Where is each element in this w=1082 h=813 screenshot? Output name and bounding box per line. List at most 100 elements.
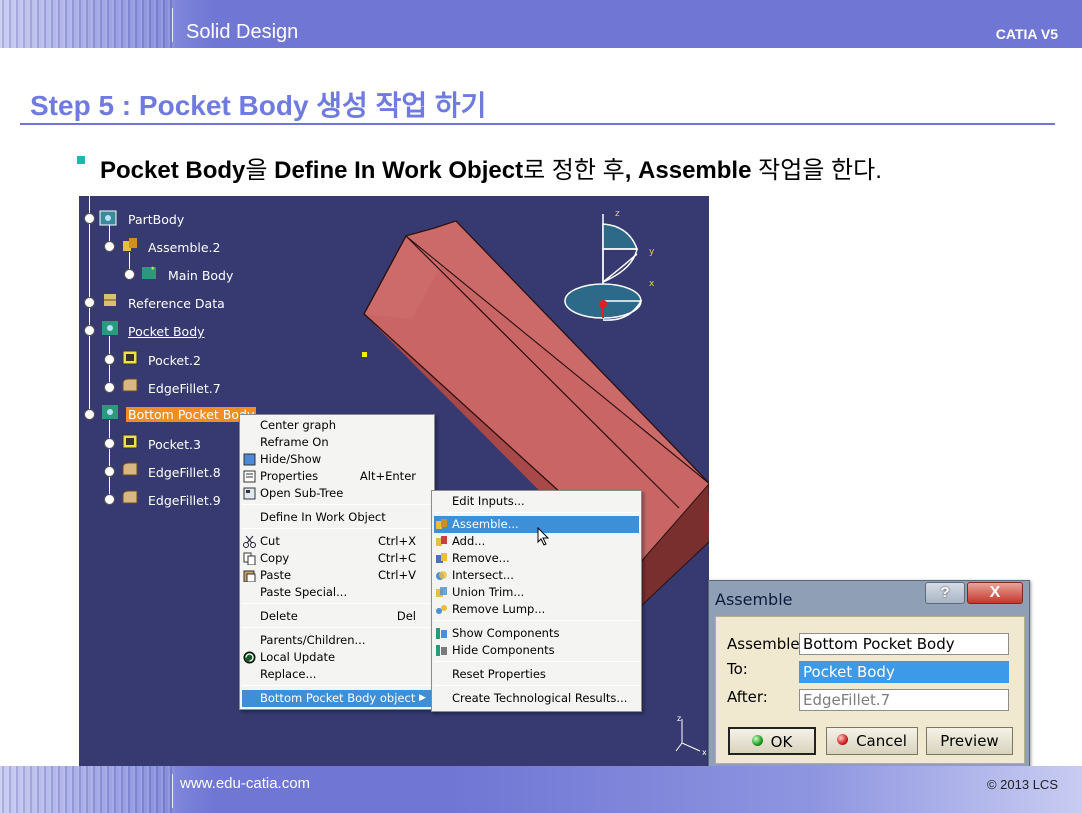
menu-label: Intersect...	[452, 568, 514, 582]
pocket-icon	[122, 434, 138, 449]
tree-expander[interactable]	[84, 325, 95, 336]
menu-open-sub-tree[interactable]: Open Sub-Tree	[242, 485, 432, 502]
subtree-icon	[243, 487, 256, 500]
assemble-field[interactable]: Bottom Pocket Body	[799, 633, 1009, 655]
paste-icon	[243, 570, 256, 582]
slide-title: Step 5 : Pocket Body 생성 작업 하기	[30, 90, 487, 121]
tree-item-edgefillet9[interactable]: EdgeFillet.9	[148, 493, 221, 508]
fillet-icon	[122, 490, 138, 504]
menu-paste[interactable]: Paste Ctrl+V	[242, 567, 432, 584]
dialog-title: Assemble	[715, 590, 793, 609]
submenu-edit-inputs[interactable]: Edit Inputs...	[434, 493, 639, 510]
assemble-label: Assemble	[727, 635, 800, 653]
menu-separator	[434, 512, 639, 513]
menu-reframe-on[interactable]: Reframe On	[242, 434, 432, 451]
mouse-cursor-icon	[537, 527, 550, 546]
footer-fade	[175, 766, 1082, 813]
body-icon	[102, 321, 118, 335]
scissors-icon	[243, 535, 256, 548]
footer-band: www.edu-catia.com © 2013 LCS	[0, 766, 1082, 813]
ok-button[interactable]: OK	[728, 727, 816, 755]
after-field[interactable]: EdgeFillet.7	[799, 689, 1009, 711]
menu-label: Center graph	[260, 418, 337, 432]
menu-paste-special[interactable]: Paste Special...	[242, 584, 432, 601]
header-title: Solid Design	[186, 21, 299, 43]
cancel-label: Cancel	[856, 732, 907, 750]
menu-parents-children[interactable]: Parents/Children...	[242, 632, 432, 649]
preview-button[interactable]: Preview	[926, 727, 1013, 755]
menu-label: Remove...	[452, 551, 510, 565]
menu-label: Hide/Show	[260, 452, 322, 466]
tree-expander[interactable]	[104, 354, 115, 365]
menu-properties[interactable]: Properties Alt+Enter	[242, 468, 432, 485]
menu-replace[interactable]: Replace...	[242, 666, 432, 683]
menu-label: Local Update	[260, 650, 336, 664]
tree-item-pocket3[interactable]: Pocket.3	[148, 437, 201, 452]
menu-define-in-work-object[interactable]: Define In Work Object	[242, 509, 432, 526]
tree-item-pocket2[interactable]: Pocket.2	[148, 353, 201, 368]
body-icon	[99, 210, 117, 226]
tree-item-partbody[interactable]: PartBody	[128, 212, 184, 227]
footer-url[interactable]: www.edu-catia.com	[180, 775, 310, 792]
menu-shortcut: Ctrl+X	[378, 534, 416, 548]
menu-copy[interactable]: Copy Ctrl+C	[242, 550, 432, 567]
tree-expander[interactable]	[84, 297, 95, 308]
tree-expander[interactable]	[104, 241, 115, 252]
tree-expander[interactable]	[84, 409, 95, 420]
menu-label: Reframe On	[260, 435, 329, 449]
tree-item-edgefillet8[interactable]: EdgeFillet.8	[148, 465, 221, 480]
help-button[interactable]: ?	[925, 582, 965, 604]
menu-separator	[242, 603, 432, 604]
compass-y-label: y	[649, 247, 655, 257]
menu-separator	[242, 504, 432, 505]
menu-delete[interactable]: Delete Del	[242, 608, 432, 625]
to-field[interactable]: Pocket Body	[799, 661, 1009, 683]
submenu-show-components[interactable]: Show Components	[434, 625, 639, 642]
menu-center-graph[interactable]: Center graph	[242, 417, 432, 434]
close-button[interactable]: X	[967, 582, 1023, 604]
submenu-arrow-icon: ▶	[419, 693, 426, 703]
tree-item-assemble2[interactable]: Assemble.2	[148, 240, 220, 255]
submenu-union-trim[interactable]: Union Trim...	[434, 584, 639, 601]
bullet-marker	[77, 156, 85, 164]
ok-label: OK	[770, 733, 793, 751]
menu-label: Paste	[260, 568, 292, 582]
submenu-reset-properties[interactable]: Reset Properties	[434, 666, 639, 683]
menu-shortcut: Ctrl+C	[377, 551, 416, 565]
menu-cut[interactable]: Cut Ctrl+X	[242, 533, 432, 550]
bullet-part5: , Assemble	[624, 157, 752, 184]
tree-item-pocket-body[interactable]: Pocket Body	[128, 324, 205, 339]
submenu-intersect[interactable]: Intersect...	[434, 567, 639, 584]
body-icon	[102, 405, 118, 419]
cancel-button[interactable]: Cancel	[826, 727, 918, 755]
tree-item-reference-data[interactable]: Reference Data	[128, 296, 225, 311]
fillet-icon	[122, 378, 138, 392]
tree-item-edgefillet7[interactable]: EdgeFillet.7	[148, 381, 221, 396]
menu-local-update[interactable]: Local Update	[242, 649, 432, 666]
tree-expander[interactable]	[124, 269, 135, 280]
catia-viewport[interactable]: z y x z x PartBody Assemble.2 * Main Bod…	[79, 196, 709, 766]
submenu-remove-lump[interactable]: Remove Lump...	[434, 601, 639, 618]
submenu-hide-components[interactable]: Hide Components	[434, 642, 639, 659]
tree-item-bottom-pocket-body[interactable]: Bottom Pocket Body	[126, 407, 257, 422]
submenu-remove[interactable]: Remove...	[434, 550, 639, 567]
pocket-icon	[122, 350, 138, 365]
menu-shortcut: Del	[396, 609, 416, 623]
menu-bottom-pocket-body-object[interactable]: Bottom Pocket Body object ▶	[242, 690, 432, 707]
tree-expander[interactable]	[104, 382, 115, 393]
tree-expander[interactable]	[104, 494, 115, 505]
show-components-icon	[436, 628, 447, 639]
tree-expander[interactable]	[104, 438, 115, 449]
tree-item-main-body[interactable]: Main Body	[168, 268, 233, 283]
submenu-create-technological-results[interactable]: Create Technological Results...	[434, 690, 639, 707]
footer-copyright: © 2013 LCS	[986, 777, 1058, 792]
header-product: CATIA V5	[995, 26, 1058, 42]
menu-label: Reset Properties	[452, 667, 546, 681]
compass[interactable]: z y x	[559, 204, 669, 344]
compass-z-label: z	[615, 209, 620, 219]
menu-label: Add...	[452, 534, 486, 548]
tree-expander[interactable]	[84, 213, 95, 224]
menu-label: Copy	[260, 551, 290, 565]
tree-expander[interactable]	[104, 466, 115, 477]
menu-hide-show[interactable]: Hide/Show	[242, 451, 432, 468]
